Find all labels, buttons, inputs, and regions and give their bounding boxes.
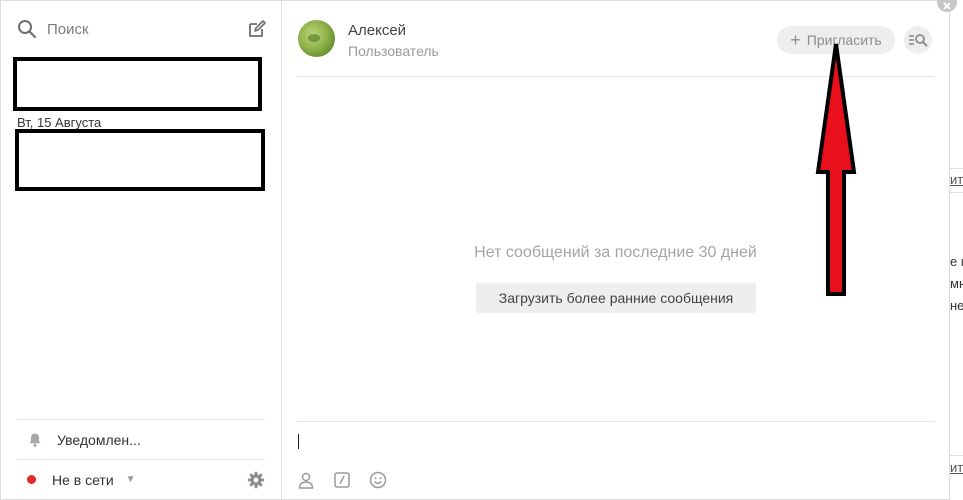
background-text-fragment: е и <box>950 254 963 269</box>
gear-icon[interactable] <box>247 471 265 489</box>
contact-role: Пользователь <box>348 43 439 59</box>
message-input[interactable] <box>297 430 934 452</box>
load-earlier-messages-button[interactable]: Загрузить более ранние сообщения <box>476 283 756 313</box>
status-dot <box>27 475 36 484</box>
background-link-fragment[interactable]: ит <box>950 460 963 475</box>
chat-sidebar: Вт, 15 Августа Уведомлен... Не в сети ▼ <box>1 1 282 499</box>
annotation-arrow <box>815 43 857 296</box>
person-icon[interactable] <box>297 471 315 489</box>
plus-icon: + <box>790 30 801 50</box>
search-messages-icon <box>909 34 928 47</box>
contact-name[interactable]: Алексей <box>348 22 406 39</box>
notifications-row[interactable]: Уведомлен... <box>17 419 265 459</box>
background-text-fragment: не <box>950 298 963 313</box>
close-icon <box>943 2 951 10</box>
text-cursor <box>298 434 299 449</box>
sidebar-search-bar <box>1 1 281 57</box>
date-separator: Вт, 15 Августа <box>17 115 102 130</box>
avatar[interactable] <box>298 20 335 57</box>
conversation-item-redacted[interactable] <box>15 129 265 191</box>
background-divider <box>950 168 963 169</box>
notifications-label: Уведомлен... <box>57 431 141 448</box>
sidebar-footer: Уведомлен... Не в сети ▼ <box>17 419 265 499</box>
composer-toolbar <box>297 471 387 489</box>
status-label[interactable]: Не в сети <box>52 472 114 488</box>
search-messages-button[interactable] <box>904 26 932 54</box>
status-row[interactable]: Не в сети ▼ <box>17 459 265 499</box>
smiley-icon[interactable] <box>369 471 387 489</box>
bell-icon <box>29 433 41 447</box>
message-composer <box>297 421 934 455</box>
background-text-fragment: мн <box>950 276 963 291</box>
conversation-item-redacted[interactable] <box>13 57 262 111</box>
background-divider <box>950 192 963 193</box>
background-divider <box>950 455 963 456</box>
background-link-fragment[interactable]: ит <box>950 172 963 187</box>
chevron-down-icon[interactable]: ▼ <box>126 474 136 485</box>
compose-icon[interactable] <box>247 19 267 39</box>
search-icon <box>18 20 37 39</box>
background-page-edge <box>949 0 963 500</box>
slash-command-icon[interactable] <box>333 471 351 489</box>
search-input[interactable] <box>47 20 247 38</box>
messenger-window: Вт, 15 Августа Уведомлен... Не в сети ▼ <box>0 0 950 500</box>
